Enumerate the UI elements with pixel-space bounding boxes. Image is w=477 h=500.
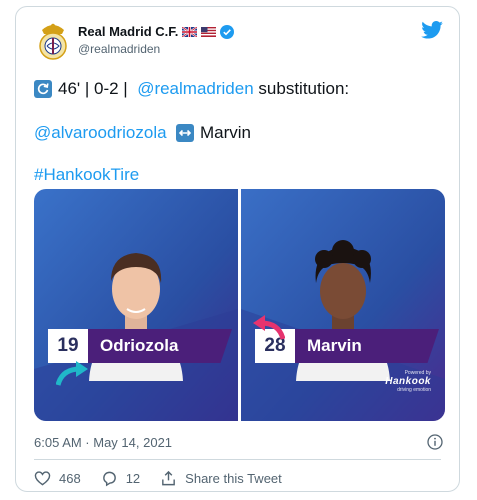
hankook-sponsor-logo: Powered by Hankook driving emotion bbox=[385, 370, 431, 393]
account-handle[interactable]: @realmadriden bbox=[78, 42, 160, 56]
media-panel-odriozola[interactable]: 19 Odriozola bbox=[34, 189, 238, 421]
like-count: 468 bbox=[59, 471, 81, 486]
tweet-text-line-1: 46' | 0-2 | @realmadriden substitution: bbox=[34, 79, 349, 99]
reply-bubble-icon bbox=[102, 471, 116, 487]
uk-flag-icon bbox=[182, 26, 198, 37]
substitution-text: substitution: bbox=[258, 79, 350, 98]
mention-alvaroodriozola[interactable]: @alvaroodriozola bbox=[34, 123, 167, 143]
us-flag-icon bbox=[201, 26, 217, 37]
real-madrid-crest-avatar[interactable] bbox=[36, 20, 70, 60]
tweet-text-line-2: @alvaroodriozola Marvin bbox=[34, 123, 251, 143]
player-out-tag: 19 Odriozola bbox=[48, 329, 232, 363]
tweet-actions: 468 12 Share this Tweet bbox=[34, 470, 302, 487]
match-minute-score: 46' | 0-2 | bbox=[58, 79, 128, 98]
reply-button[interactable]: 12 bbox=[101, 470, 140, 487]
reply-count: 12 bbox=[125, 471, 141, 486]
mention-realmadriden[interactable]: @realmadriden bbox=[137, 79, 253, 99]
media-panel-marvin[interactable]: 28 Marvin Powered by Hankook driving emo… bbox=[241, 189, 445, 421]
share-button[interactable]: Share this Tweet bbox=[160, 470, 282, 487]
arrow-in-icon bbox=[56, 361, 88, 386]
arrow-out-icon bbox=[253, 315, 285, 340]
player-name-label: Marvin bbox=[295, 329, 439, 363]
share-label: Share this Tweet bbox=[185, 471, 282, 486]
heart-icon bbox=[34, 471, 51, 486]
display-name[interactable]: Real Madrid C.F. bbox=[78, 24, 178, 39]
info-icon[interactable] bbox=[427, 434, 443, 450]
twitter-bird-icon[interactable] bbox=[421, 21, 443, 39]
tweet-media[interactable]: 19 Odriozola 28 Marvin Powered by Hankoo… bbox=[34, 189, 445, 421]
tweet-text-line-3: #HankookTire bbox=[34, 165, 139, 185]
share-upload-icon bbox=[162, 470, 176, 486]
divider bbox=[34, 459, 441, 460]
left-right-arrow-icon bbox=[176, 124, 194, 142]
substitution-refresh-icon bbox=[34, 80, 52, 98]
tweet-timestamp[interactable]: 6:05 AM · May 14, 2021 bbox=[34, 435, 172, 450]
tweet-card: Real Madrid C.F. @realmadriden 46' | 0-2… bbox=[15, 6, 460, 492]
player-in-name: Marvin bbox=[200, 123, 252, 142]
verified-badge-icon bbox=[220, 24, 235, 39]
like-button[interactable]: 468 bbox=[34, 470, 81, 487]
hashtag-hankooktire[interactable]: #HankookTire bbox=[34, 165, 139, 185]
player-number: 19 bbox=[48, 329, 88, 363]
player-name-label: Odriozola bbox=[88, 329, 232, 363]
